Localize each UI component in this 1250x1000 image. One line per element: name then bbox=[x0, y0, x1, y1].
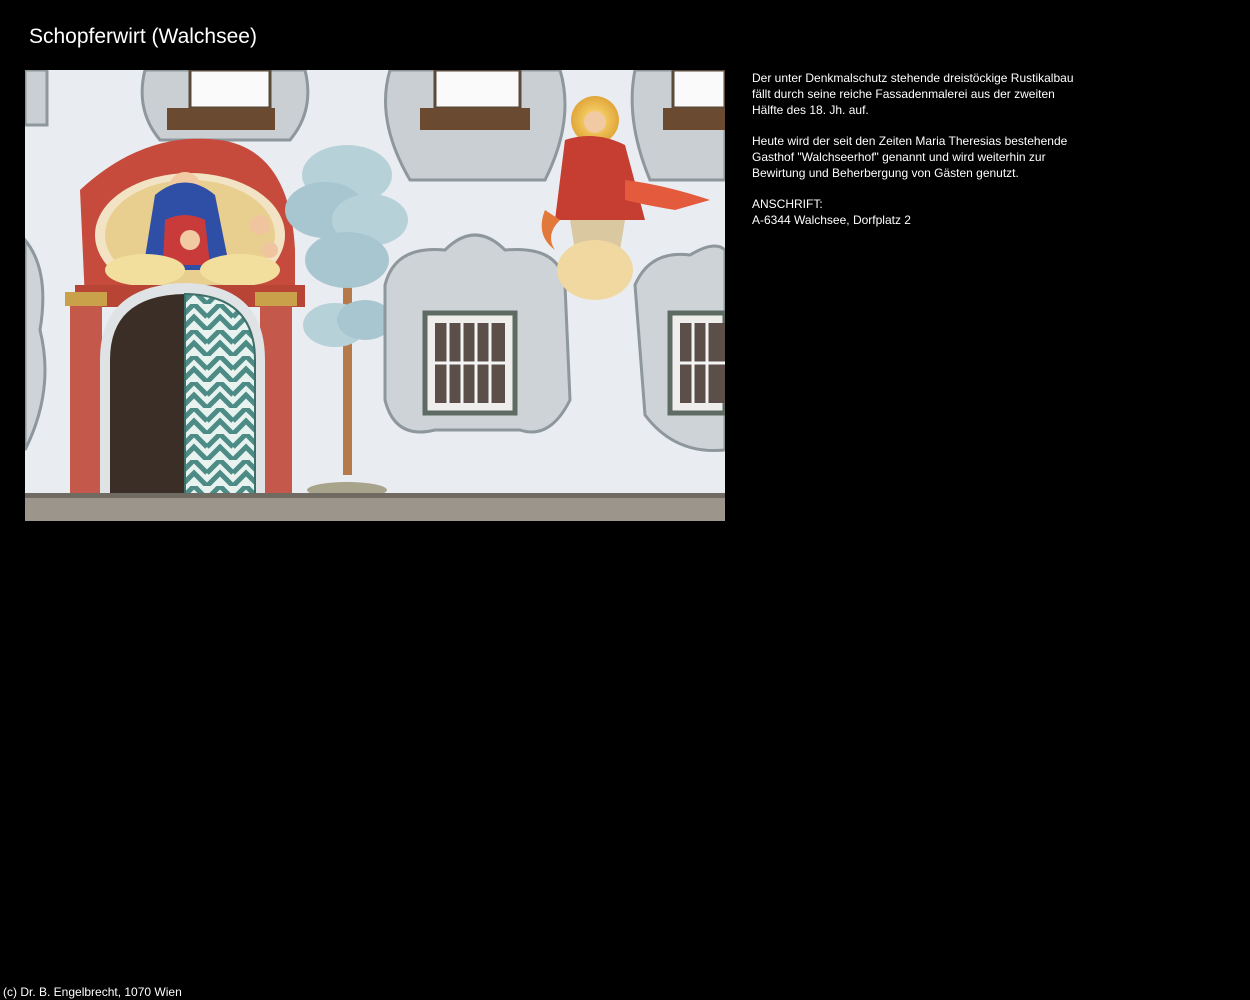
description-line: Gasthof "Walchseerhof" genannt und wird … bbox=[752, 150, 1046, 164]
page-title: Schopferwirt (Walchsee) bbox=[29, 25, 257, 48]
copyright-footer: (c) Dr. B. Engelbrecht, 1070 Wien bbox=[3, 985, 182, 999]
upper-window-middle bbox=[384, 70, 567, 182]
description-line: Heute wird der seit den Zeiten Maria The… bbox=[752, 134, 1068, 148]
description-block: Der unter Denkmalschutz stehende dreistö… bbox=[752, 70, 1112, 228]
upper-window-right bbox=[630, 70, 725, 182]
lower-window-right bbox=[633, 244, 725, 453]
upper-window-left bbox=[140, 70, 310, 142]
description-paragraph-today: Heute wird der seit den Zeiten Maria The… bbox=[752, 133, 1112, 181]
portal bbox=[65, 138, 305, 496]
lower-window-middle bbox=[383, 233, 572, 434]
page: Schopferwirt (Walchsee) Der unter Denkma… bbox=[0, 0, 1250, 1000]
facade-photo bbox=[25, 70, 725, 521]
description-line: fällt durch seine reiche Fassadenmalerei… bbox=[752, 87, 1055, 101]
description-line: Bewirtung und Beherbergung von Gästen ge… bbox=[752, 166, 1019, 180]
facade-photo-illustration bbox=[25, 70, 725, 521]
address-value: A-6344 Walchsee, Dorfplatz 2 bbox=[752, 213, 911, 227]
description-line: Der unter Denkmalschutz stehende dreistö… bbox=[752, 71, 1074, 85]
address-block: ANSCHRIFT: A-6344 Walchsee, Dorfplatz 2 bbox=[752, 196, 1112, 228]
description-line: Hälfte des 18. Jh. auf. bbox=[752, 103, 869, 117]
description-paragraph-history: Der unter Denkmalschutz stehende dreistö… bbox=[752, 70, 1112, 118]
address-label: ANSCHRIFT: bbox=[752, 197, 823, 211]
